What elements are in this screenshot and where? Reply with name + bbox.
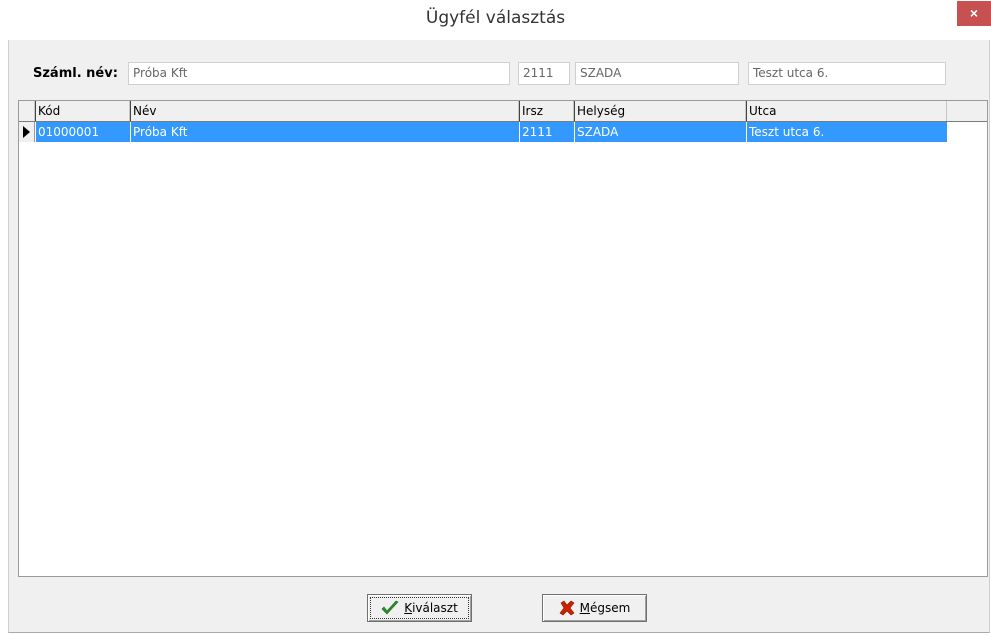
cell-kod[interactable]: 01000001 [35,122,130,142]
cell-helyseg[interactable]: SZADA [574,122,746,142]
close-icon: × [969,5,979,21]
grid-header: Kód Név Irsz Helység Utca [19,101,987,122]
filter-name-input[interactable]: Próba Kft [128,62,510,85]
cancel-button[interactable]: Mégsem [542,594,647,622]
check-icon [381,600,399,615]
cancel-button-label: Mégsem [579,601,631,615]
row-indicator [19,122,35,142]
current-row-arrow-icon [23,126,30,138]
grid-header-indicator [19,101,35,121]
grid-header-irsz[interactable]: Irsz [519,101,574,121]
grid-header-kod[interactable]: Kód [35,101,130,121]
filter-name-label: Száml. név: [33,66,118,81]
cell-utca[interactable]: Teszt utca 6. [746,122,947,142]
filter-zip-input[interactable]: 2111 [518,62,570,85]
grid-header-nev[interactable]: Név [130,101,519,121]
cell-irsz[interactable]: 2111 [519,122,574,142]
select-button-label: Kiválaszt [404,601,458,615]
dialog-title: Ügyfél választás [425,8,566,28]
table-row[interactable]: 01000001 Próba Kft 2111 SZADA Teszt utca… [35,122,947,142]
customer-grid[interactable]: Kód Név Irsz Helység Utca 01000001 Próba… [18,100,988,577]
close-button[interactable]: × [957,1,991,26]
grid-header-utca[interactable]: Utca [746,101,947,121]
x-icon [559,600,575,616]
filter-street-input[interactable]: Teszt utca 6. [748,62,946,85]
title-bar: Ügyfél választás × [0,0,991,40]
cell-nev[interactable]: Próba Kft [130,122,519,142]
filter-city-input[interactable]: SZADA [575,62,739,85]
select-button[interactable]: Kiválaszt [367,594,472,622]
grid-header-helyseg[interactable]: Helység [574,101,746,121]
customer-select-dialog: Ügyfél választás × Száml. név: Próba Kft… [0,0,991,636]
